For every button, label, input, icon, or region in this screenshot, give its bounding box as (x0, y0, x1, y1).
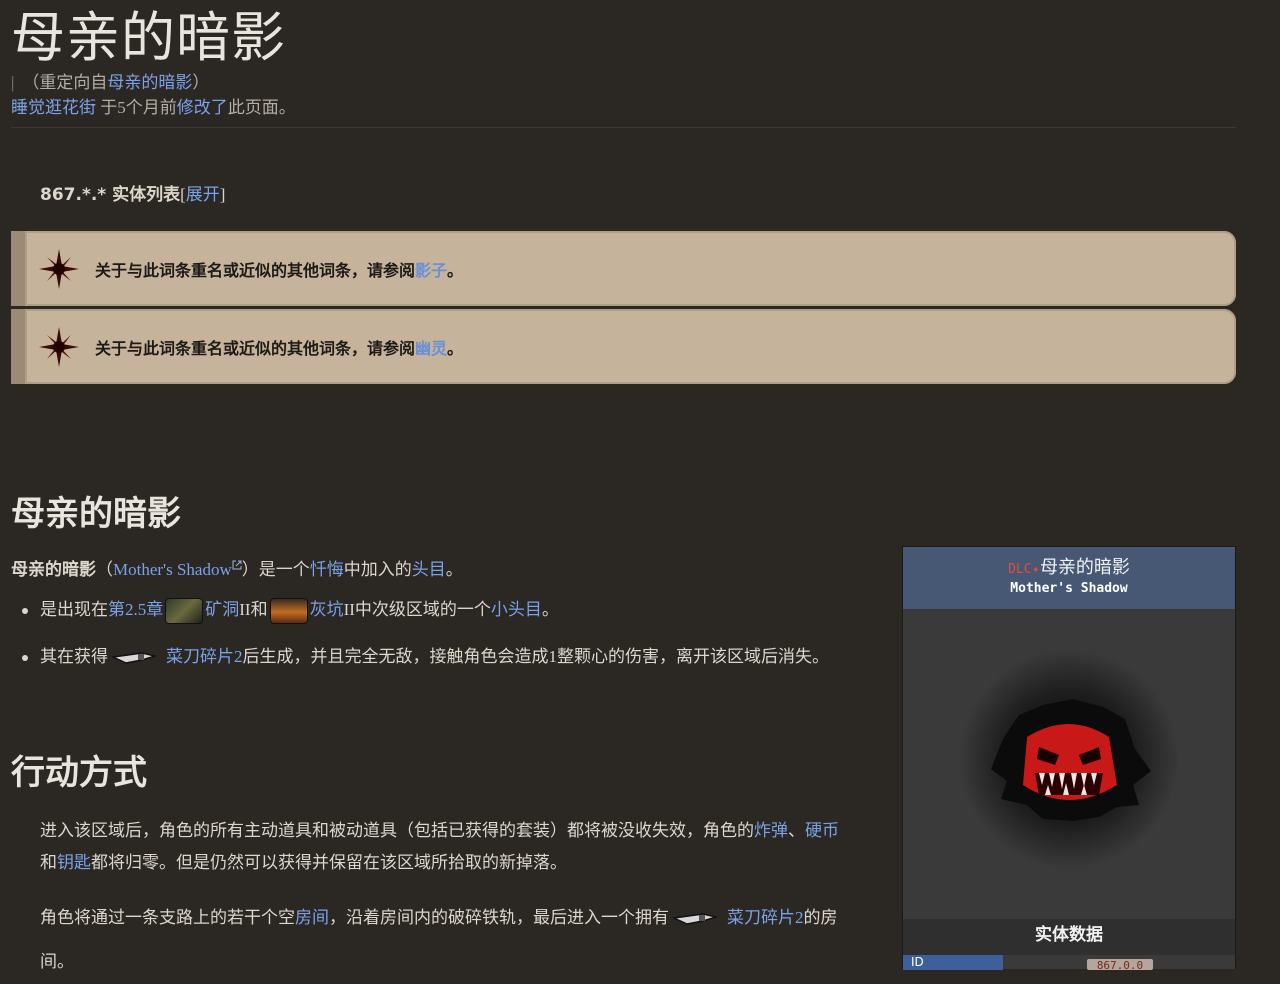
compass-star-icon (39, 249, 79, 289)
entity-list: 867.*.* 实体列表[展开] (40, 185, 226, 205)
repentance-link[interactable]: 忏悔 (310, 560, 344, 579)
list-item: 是出现在第2.5章 矿洞II和 灰坑II中次级区域的一个小头目。 (40, 597, 559, 625)
rooms-link[interactable]: 房间 (295, 908, 329, 927)
expand-toggle[interactable]: 展开 (186, 185, 220, 204)
knife-piece-link[interactable]: 菜刀碎片2 (727, 908, 804, 927)
section-heading: 行动方式 (11, 753, 147, 793)
infobox-header: DLC✦母亲的暗影 Mother's Shadow (903, 547, 1235, 609)
section-heading: 母亲的暗影 (11, 494, 181, 534)
infobox-section-title: 实体数据 (903, 919, 1235, 955)
knife-piece-icon (673, 913, 717, 925)
divider: | (11, 73, 15, 92)
intro-paragraph: 母亲的暗影（Mother's Shadow ）是一个忏悔中加入的头目。 (11, 560, 463, 580)
bombs-link[interactable]: 炸弹 (754, 821, 788, 840)
dlc-badge: DLC (1008, 562, 1032, 577)
mines-icon (165, 598, 204, 625)
notice-link-shadow[interactable]: 影子 (415, 261, 447, 280)
keys-link[interactable]: 钥匙 (57, 853, 91, 872)
page-title: 母亲的暗影 (11, 6, 286, 69)
external-link-icon (232, 560, 242, 570)
infobox: DLC✦母亲的暗影 Mother's Shadow 实体数据 ID 867.0.… (902, 546, 1236, 970)
edit-info: 睡觉逛花街 于5个月前修改了此页面。 (11, 98, 296, 117)
entity-list-label: 实体列表 (112, 185, 181, 205)
bullet (22, 608, 28, 614)
notice-link-ghost[interactable]: 幽灵 (415, 339, 447, 358)
external-link[interactable]: Mother's Shadow (113, 560, 232, 579)
chapter-link[interactable]: 第2.5章 (108, 600, 163, 619)
knife-piece-link[interactable]: 菜刀碎片2 (166, 647, 243, 666)
disambiguation-notice: 关于与此词条重名或近似的其他词条，请参阅影子。 (11, 231, 1236, 306)
redirect-link[interactable]: 母亲的暗影 (107, 73, 192, 92)
ashpit-icon (269, 598, 308, 625)
boss-link[interactable]: 头目 (412, 560, 446, 579)
coins-link[interactable]: 硬币 (805, 821, 839, 840)
divider (11, 127, 1236, 128)
mothers-shadow-sprite (959, 649, 1179, 869)
id-value: 867.0.0 (1087, 959, 1153, 970)
bullet (22, 655, 28, 661)
behavior-paragraph: 角色将通过一条支路上的若干个空房间，沿着房间内的破碎铁轨，最后进入一个拥有 菜刀碎… (40, 908, 838, 971)
knife-piece-icon (112, 652, 156, 664)
editor-link[interactable]: 睡觉逛花街 (11, 98, 96, 117)
disambiguation-notice: 关于与此词条重名或近似的其他词条，请参阅幽灵。 (11, 309, 1236, 384)
behavior-paragraph: 进入该区域后，角色的所有主动道具和被动道具（包括已获得的套装）都将被没收失效，角… (40, 821, 839, 872)
miniboss-link[interactable]: 小头目 (491, 600, 542, 619)
redirect-note: | （重定向自母亲的暗影） (11, 73, 210, 92)
list-item: 其在获得 菜刀碎片2后生成，并且完全无敌，接触角色会造成1整颗心的伤害，离开该区域… (40, 647, 829, 666)
boss-image (903, 609, 1235, 919)
id-label: ID (903, 955, 1003, 970)
history-link[interactable]: 修改了 (177, 98, 228, 117)
infobox-title: 母亲的暗影 (1039, 557, 1130, 578)
mines-link[interactable]: 矿洞 (205, 600, 239, 619)
ashpit-link[interactable]: 灰坑 (310, 600, 344, 619)
compass-star-icon (39, 327, 79, 367)
infobox-subtitle: Mother's Shadow (1010, 581, 1128, 596)
dlc-star-icon: ✦ (1031, 565, 1040, 576)
